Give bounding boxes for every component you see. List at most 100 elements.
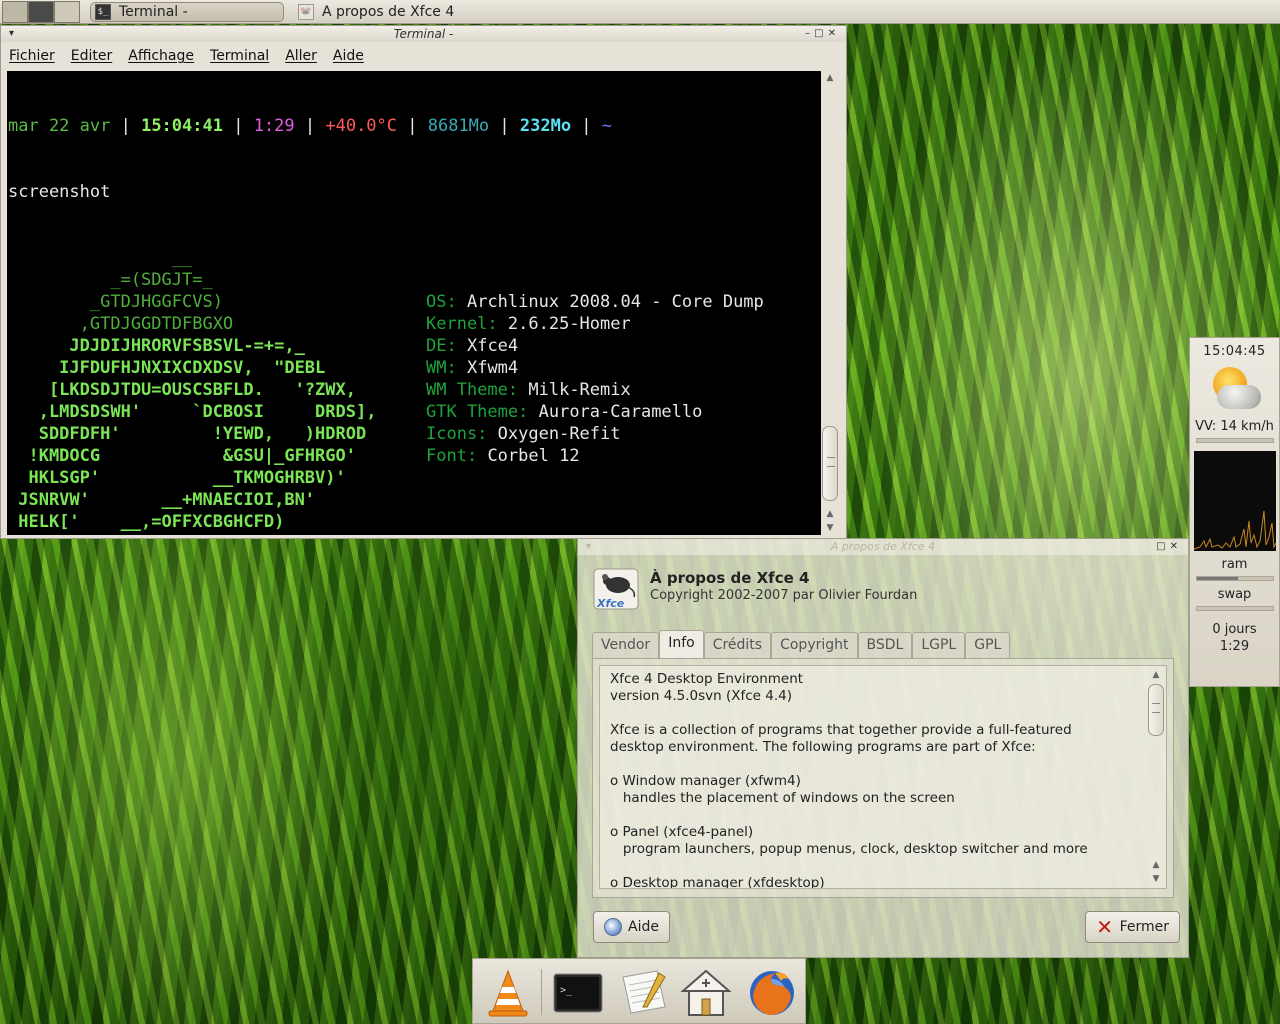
info-value: Corbel 12: [487, 446, 580, 466]
text-editor-icon[interactable]: [617, 967, 671, 1019]
maximize-icon[interactable]: □: [1156, 541, 1169, 552]
window-controls[interactable]: –□✕: [805, 26, 840, 42]
taskbar-about-button[interactable]: 🐭 A propos de Xfce 4: [294, 2, 462, 22]
about-header: Xfce À propos de Xfce 4 Copyright 2002-2…: [588, 565, 1178, 615]
info-scrollbar[interactable]: ▲ ▲ ▼: [1148, 668, 1164, 886]
tab-lgpl[interactable]: LGPL: [912, 632, 966, 658]
status-mem1: 8681Mo: [427, 116, 490, 136]
menu-affichage[interactable]: Affichage: [128, 48, 194, 64]
help-button[interactable]: Aide: [593, 911, 670, 943]
scroll-up-small-icon[interactable]: ▲: [1148, 858, 1164, 872]
ascii-art-line: JDJDIJHRORVFSBSVL-=+=,_: [8, 336, 305, 356]
partly-cloudy-icon[interactable]: [1205, 363, 1265, 415]
close-icon[interactable]: ✕: [828, 28, 840, 39]
taskbar-terminal-button[interactable]: $_ Terminal -: [90, 1, 284, 22]
ascii-art-line: JSNRVW' __+MNAECIOI,BN': [8, 490, 316, 510]
info-text-line: o Desktop manager (xfdesktop): [610, 875, 825, 889]
ram-bar: [1195, 576, 1274, 581]
help-icon: [604, 918, 622, 936]
status-time: 15:04:41: [141, 116, 223, 136]
tab-info[interactable]: Info: [659, 630, 704, 658]
dock-separator: [541, 969, 542, 1015]
menu-editer[interactable]: Editer: [71, 48, 112, 64]
ascii-art-line: _=(SDGJT=_: [8, 270, 213, 290]
tab-vendor[interactable]: Vendor: [592, 632, 660, 658]
terminal-screen[interactable]: mar 22 avr | 15:04:41 | 1:29 | +40.0°C |…: [7, 71, 823, 535]
terminal-menubar: Fichier Editer Affichage Terminal Aller …: [1, 42, 846, 70]
screenfetch-row: JDJDIJHRORVFSBSVL-=+=,_ DE: Xfce4: [8, 335, 823, 357]
workspace-switcher[interactable]: [2, 0, 80, 23]
scrollbar-thumb[interactable]: [822, 426, 838, 501]
tab-copyright[interactable]: Copyright: [771, 632, 858, 658]
close-icon[interactable]: ✕: [1170, 541, 1182, 552]
screenfetch-row: __: [8, 247, 823, 269]
wind-speed: VV: 14 km/h: [1195, 419, 1274, 434]
screenfetch-row: SDDFDFH' !YEWD, )HDROD Icons: Oxygen-Refi…: [8, 423, 823, 445]
window-menu-icon[interactable]: ▾: [9, 26, 14, 42]
terminal-icon: $_: [95, 3, 111, 20]
command-line: screenshot: [8, 182, 111, 202]
scroll-down-icon[interactable]: ▼: [821, 521, 839, 535]
scroll-up-icon[interactable]: ▲: [1148, 668, 1164, 682]
close-button[interactable]: ✕ Fermer: [1084, 911, 1180, 943]
close-button-label: Fermer: [1119, 919, 1169, 935]
swap-label: swap: [1217, 587, 1252, 602]
help-button-label: Aide: [628, 919, 659, 935]
info-text-line: program launchers, popup menus, clock, d…: [610, 841, 1088, 857]
info-value: Aurora-Caramello: [538, 402, 703, 422]
about-window-title: A propos de Xfce 4: [830, 540, 936, 553]
xfce-logo-icon: Xfce: [593, 568, 639, 610]
status-path: ~: [601, 116, 613, 136]
terminal-scrollbar[interactable]: ▲ ▲ ▼: [821, 71, 839, 535]
tab-bsdl[interactable]: BSDL: [857, 632, 913, 658]
minimize-icon[interactable]: –: [805, 28, 814, 39]
ascii-art-line: __: [8, 248, 193, 268]
window-controls[interactable]: □✕: [1156, 539, 1182, 555]
screenfetch-row: ,GTDJGGDTDFBGXO Kernel: 2.6.25-Homer: [8, 313, 823, 335]
tab-gpl[interactable]: GPL: [965, 632, 1011, 658]
info-value: Milk-Remix: [528, 380, 631, 400]
terminal-titlebar[interactable]: ▾ Terminal - –□✕: [1, 26, 846, 42]
info-tab-panel: Xfce 4 Desktop Environment version 4.5.0s…: [592, 658, 1174, 898]
close-x-icon: ✕: [1096, 915, 1113, 939]
info-text-view[interactable]: Xfce 4 Desktop Environment version 4.5.0s…: [599, 665, 1167, 889]
cpu-graph[interactable]: [1193, 451, 1276, 551]
info-value: Xfce4: [466, 336, 519, 356]
svg-text:>_: >_: [560, 985, 573, 996]
ascii-art-line: ,LMDSDSWH' `DCBOSI DRDS],: [8, 402, 377, 422]
about-xfce-dialog: ▾ A propos de Xfce 4 □✕ Xfce À propos de…: [577, 538, 1189, 958]
menu-terminal[interactable]: Terminal: [210, 48, 269, 64]
scrollbar-thumb[interactable]: [1148, 684, 1164, 736]
workspace-3[interactable]: [54, 0, 80, 23]
screenfetch-row: HKLSGP' __TKMOGHRBV)': [8, 467, 823, 489]
ascii-art-line: !KMDOCG &GSU|_GFHRGO': [8, 446, 356, 466]
about-heading: À propos de Xfce 4: [650, 569, 810, 587]
workspace-1[interactable]: [2, 0, 28, 23]
menu-aller[interactable]: Aller: [285, 48, 317, 64]
tab-credits[interactable]: Crédits: [703, 632, 772, 658]
workspace-2[interactable]: [28, 0, 54, 23]
scroll-up-icon[interactable]: ▲: [821, 71, 839, 85]
taskbar-about-label: A propos de Xfce 4: [322, 3, 455, 20]
ascii-art-line: [LKDSDJTDU=OUSCSBFLD. '?ZWX,: [8, 380, 356, 400]
info-text-line: desktop environment. The following progr…: [610, 739, 1036, 755]
home-folder-icon[interactable]: [679, 967, 733, 1019]
info-text-line: [610, 807, 1156, 824]
info-text-line: o Panel (xfce4-panel): [610, 824, 754, 840]
maximize-icon[interactable]: □: [814, 28, 827, 39]
window-menu-icon[interactable]: ▾: [586, 539, 591, 555]
vlc-icon[interactable]: [481, 967, 535, 1019]
terminal-icon[interactable]: >_: [551, 967, 605, 1019]
firefox-icon[interactable]: [745, 967, 799, 1019]
status-uptime: 1:29: [253, 116, 295, 136]
scroll-up-small-icon[interactable]: ▲: [821, 507, 839, 521]
about-titlebar[interactable]: ▾ A propos de Xfce 4 □✕: [578, 539, 1188, 555]
info-label: Icons:: [426, 424, 488, 444]
panel-clock[interactable]: 15:04:45: [1190, 344, 1279, 359]
info-text-line: Xfce 4 Desktop Environment: [610, 671, 804, 687]
ascii-art-line: HELK[' __,=OFFXCBGHCFD): [8, 512, 285, 532]
menu-aide[interactable]: Aide: [333, 48, 364, 64]
menu-fichier[interactable]: Fichier: [9, 48, 55, 64]
info-label: WM Theme:: [426, 380, 519, 400]
scroll-down-icon[interactable]: ▼: [1148, 872, 1164, 886]
